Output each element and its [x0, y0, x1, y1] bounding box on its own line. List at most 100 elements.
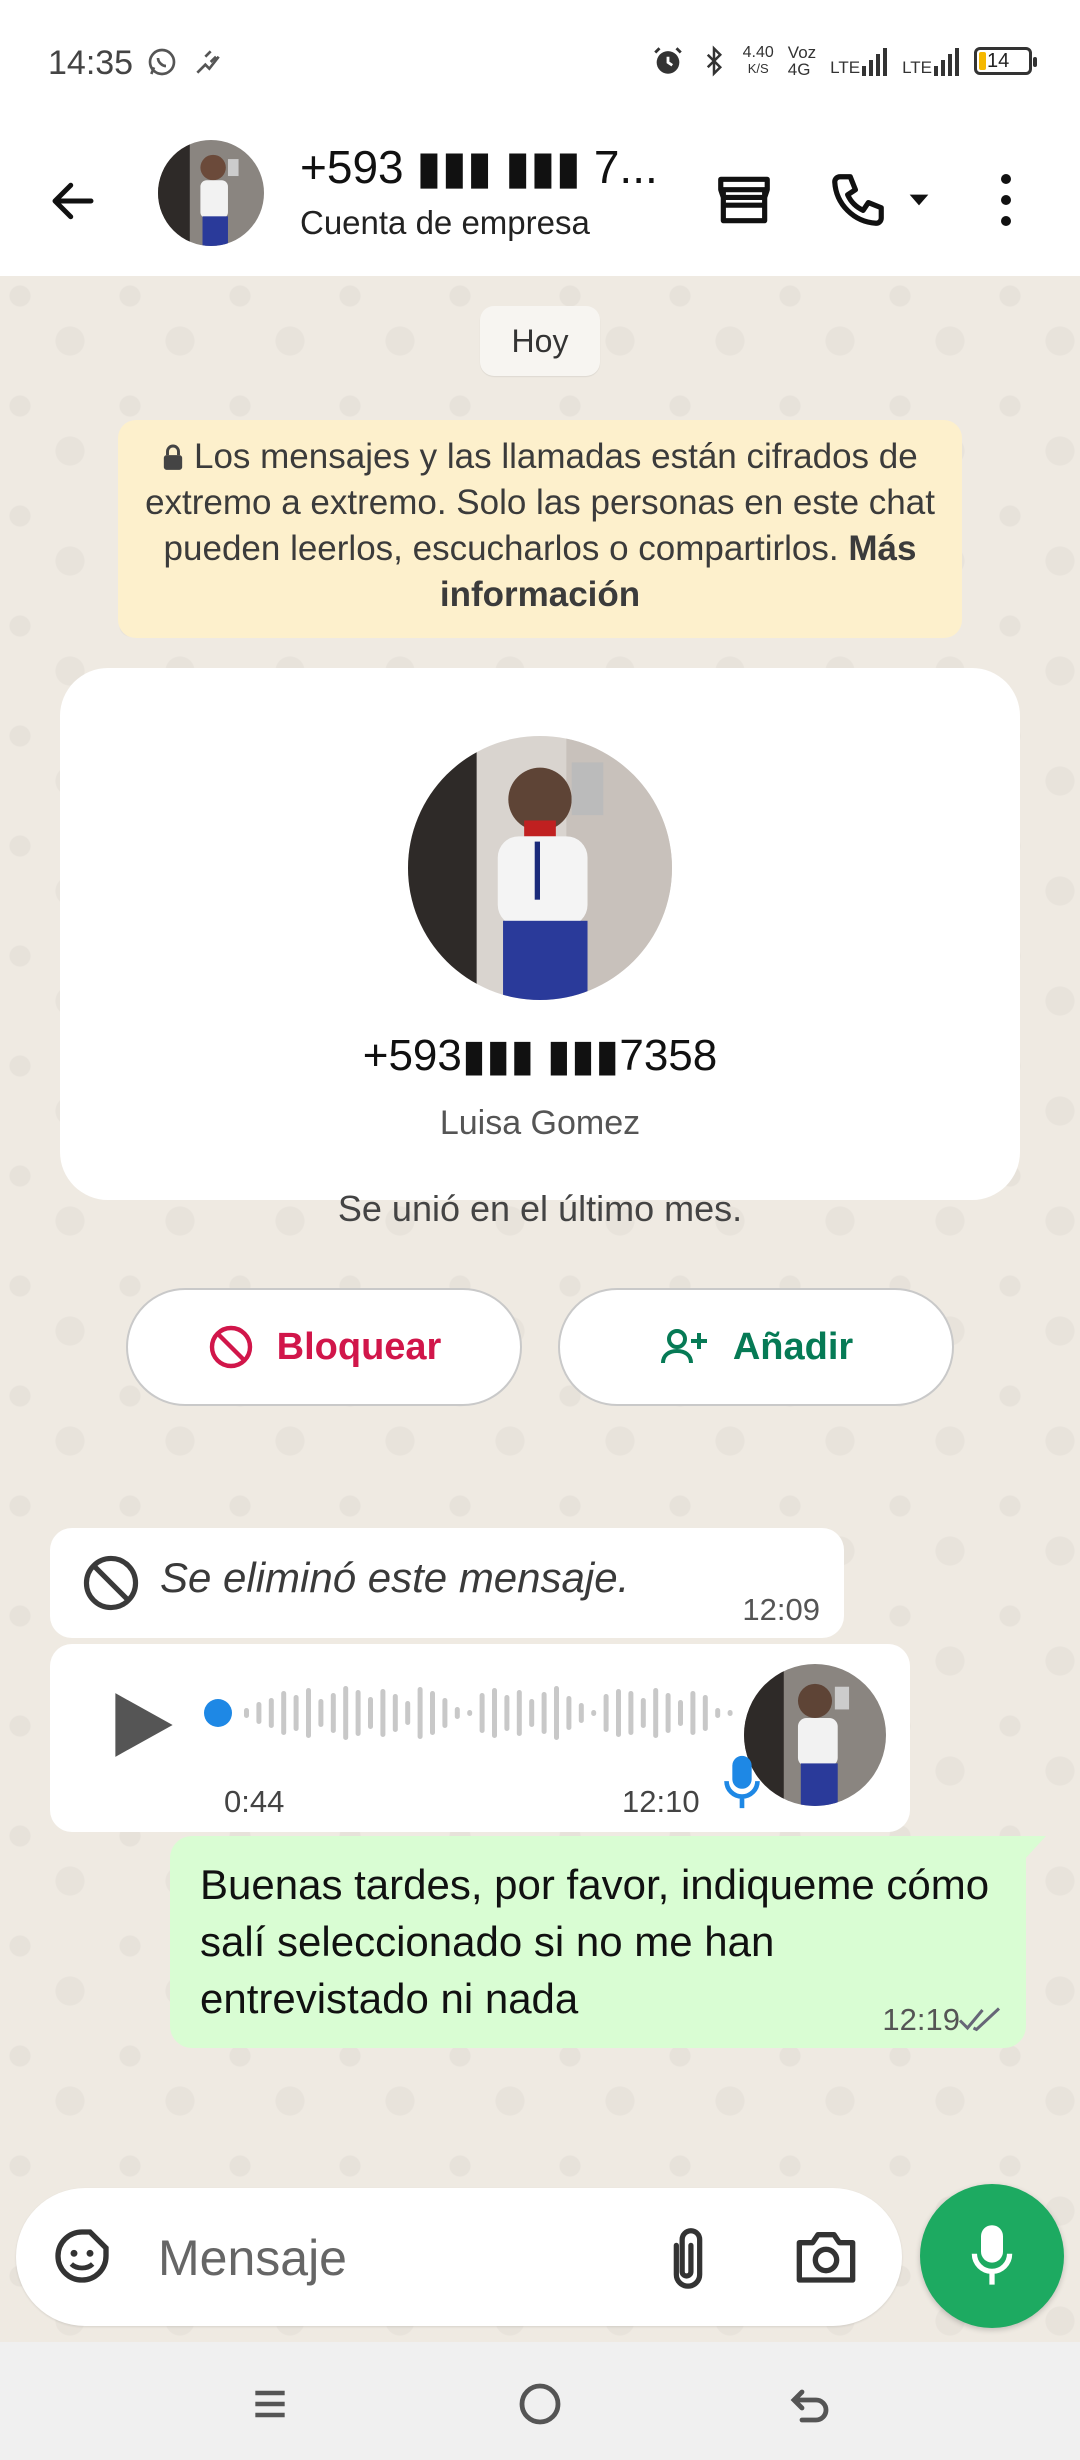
chevron-down-icon [909, 194, 929, 206]
call-button[interactable] [818, 160, 898, 240]
signal-icon [862, 48, 888, 76]
play-button[interactable] [112, 1690, 176, 1765]
more-options-button[interactable] [976, 160, 1036, 240]
contact-subtitle: Cuenta de empresa [300, 204, 590, 241]
alarm-icon [653, 47, 682, 74]
lte-label-2: LTE [902, 58, 932, 77]
signal-icon-2 [934, 48, 959, 76]
voice-waveform[interactable] [204, 1678, 754, 1748]
waveform-bar [603, 1694, 609, 1732]
block-button[interactable]: Bloquear [126, 1288, 522, 1406]
paperclip-icon [673, 2228, 703, 2289]
waveform-bar [405, 1701, 411, 1725]
outgoing-message[interactable]: Buenas tardes, por favor, indiqueme cómo… [170, 1836, 1046, 2048]
mic-icon [971, 2225, 1013, 2285]
profile-phone: +593▮▮▮ ▮▮▮7358 [362, 1031, 718, 1080]
voice-sender-avatar [744, 1664, 886, 1806]
status-bar: 14:35 4.40 K/S Voz 4G LTE LTE 14 [0, 0, 1080, 130]
net-speed-unit: K/S [747, 61, 769, 76]
deleted-message-text: Se eliminó este mensaje. [160, 1554, 630, 1601]
store-icon [718, 176, 770, 224]
add-contact-button[interactable]: Añadir [558, 1288, 954, 1406]
profile-avatar[interactable] [408, 736, 672, 1000]
avatar-photo-large [408, 736, 672, 1000]
waveform-bar [368, 1697, 373, 1729]
mic-icon [724, 1755, 760, 1809]
waveform-bar [591, 1710, 597, 1716]
block-icon [209, 1325, 252, 1369]
avatar-photo-voice [744, 1664, 886, 1806]
call-options-button[interactable] [894, 160, 944, 240]
back-button[interactable] [38, 166, 108, 236]
waveform-bar [256, 1702, 262, 1724]
chat-area[interactable]: Hoy Los mensajes y las llamadas están ci… [0, 276, 1080, 2342]
message-time: 12:19 [882, 2002, 960, 2037]
encryption-notice-text: Los mensajes y las llamadas están cifrad… [145, 437, 935, 568]
waveform-bar [541, 1692, 547, 1734]
double-check-icon [958, 2007, 1001, 2032]
block-label: Bloquear [276, 1325, 442, 1368]
waveform-bar [566, 1696, 572, 1730]
waveform-bar [640, 1698, 646, 1728]
waveform-bar [293, 1695, 299, 1731]
activity-notification-icon [196, 50, 220, 74]
waveform-bar [417, 1687, 423, 1739]
back-nav-button[interactable] [780, 2374, 840, 2434]
avatar-photo [158, 140, 264, 246]
attach-button[interactable] [660, 2222, 716, 2297]
contact-title[interactable]: +593 ▮▮▮ ▮▮▮ 7... [300, 140, 658, 194]
phone-icon [832, 174, 884, 226]
waveform-bar [727, 1710, 733, 1716]
voz-label: Voz [787, 43, 817, 62]
battery-level: 14 [987, 49, 1010, 72]
bluetooth-icon [706, 45, 722, 77]
waveform-bar [355, 1690, 361, 1736]
waveform-bar [516, 1690, 522, 1736]
waveform-bar [653, 1688, 659, 1738]
waveform-bar [281, 1691, 287, 1735]
waveform-bar [306, 1688, 311, 1738]
catalog-button[interactable] [704, 160, 784, 240]
more-vert-icon [1001, 174, 1011, 226]
sticker-button[interactable] [50, 2224, 114, 2293]
message-input[interactable] [156, 2218, 640, 2298]
profile-name: Luisa Gomez [439, 1104, 641, 1142]
message-composer [16, 2188, 902, 2326]
menu-icon [255, 2390, 285, 2418]
play-icon [115, 1693, 173, 1757]
waveform-bar [454, 1707, 460, 1719]
contact-avatar[interactable] [158, 140, 264, 246]
waveform-bar [380, 1689, 386, 1737]
waveform-bar [330, 1693, 336, 1733]
voice-record-button[interactable] [920, 2184, 1064, 2328]
home-button[interactable] [510, 2374, 570, 2434]
waveform-bar [578, 1703, 584, 1723]
message-time: 12:09 [742, 1592, 820, 1627]
waveform-bar [343, 1686, 349, 1740]
add-person-icon [660, 1329, 707, 1364]
waveform-bar [616, 1689, 621, 1737]
home-circle-icon [519, 2383, 561, 2425]
lock-icon [164, 444, 183, 470]
waveform-bar [715, 1708, 721, 1718]
message-time: 12:10 [622, 1784, 700, 1819]
playback-position-dot[interactable] [204, 1699, 232, 1727]
back-arrow-icon [52, 182, 94, 220]
outgoing-message-text: Buenas tardes, por favor, indiqueme cómo… [200, 1861, 990, 2022]
recents-button[interactable] [240, 2374, 300, 2434]
net-speed-value: 4.40 [742, 44, 774, 61]
waveform-bar [665, 1693, 671, 1733]
waveform-bar [554, 1686, 559, 1740]
back-nav-icon [790, 2389, 829, 2423]
waveform-bar [392, 1694, 398, 1732]
whatsapp-notification-icon [148, 48, 176, 76]
camera-button[interactable] [794, 2226, 858, 2291]
sticker-icon [55, 2229, 109, 2283]
waveform-bar [690, 1691, 696, 1735]
deleted-message[interactable]: Se eliminó este mensaje. 12:09 [50, 1528, 844, 1638]
encryption-notice[interactable]: Los mensajes y las llamadas están cifrad… [118, 420, 962, 638]
battery-icon: 14 [974, 47, 1037, 75]
chat-header: +593 ▮▮▮ ▮▮▮ 7... Cuenta de empresa [0, 130, 1080, 277]
waveform-bar [442, 1698, 448, 1728]
voice-message[interactable]: 0:44 12:10 [50, 1644, 910, 1832]
